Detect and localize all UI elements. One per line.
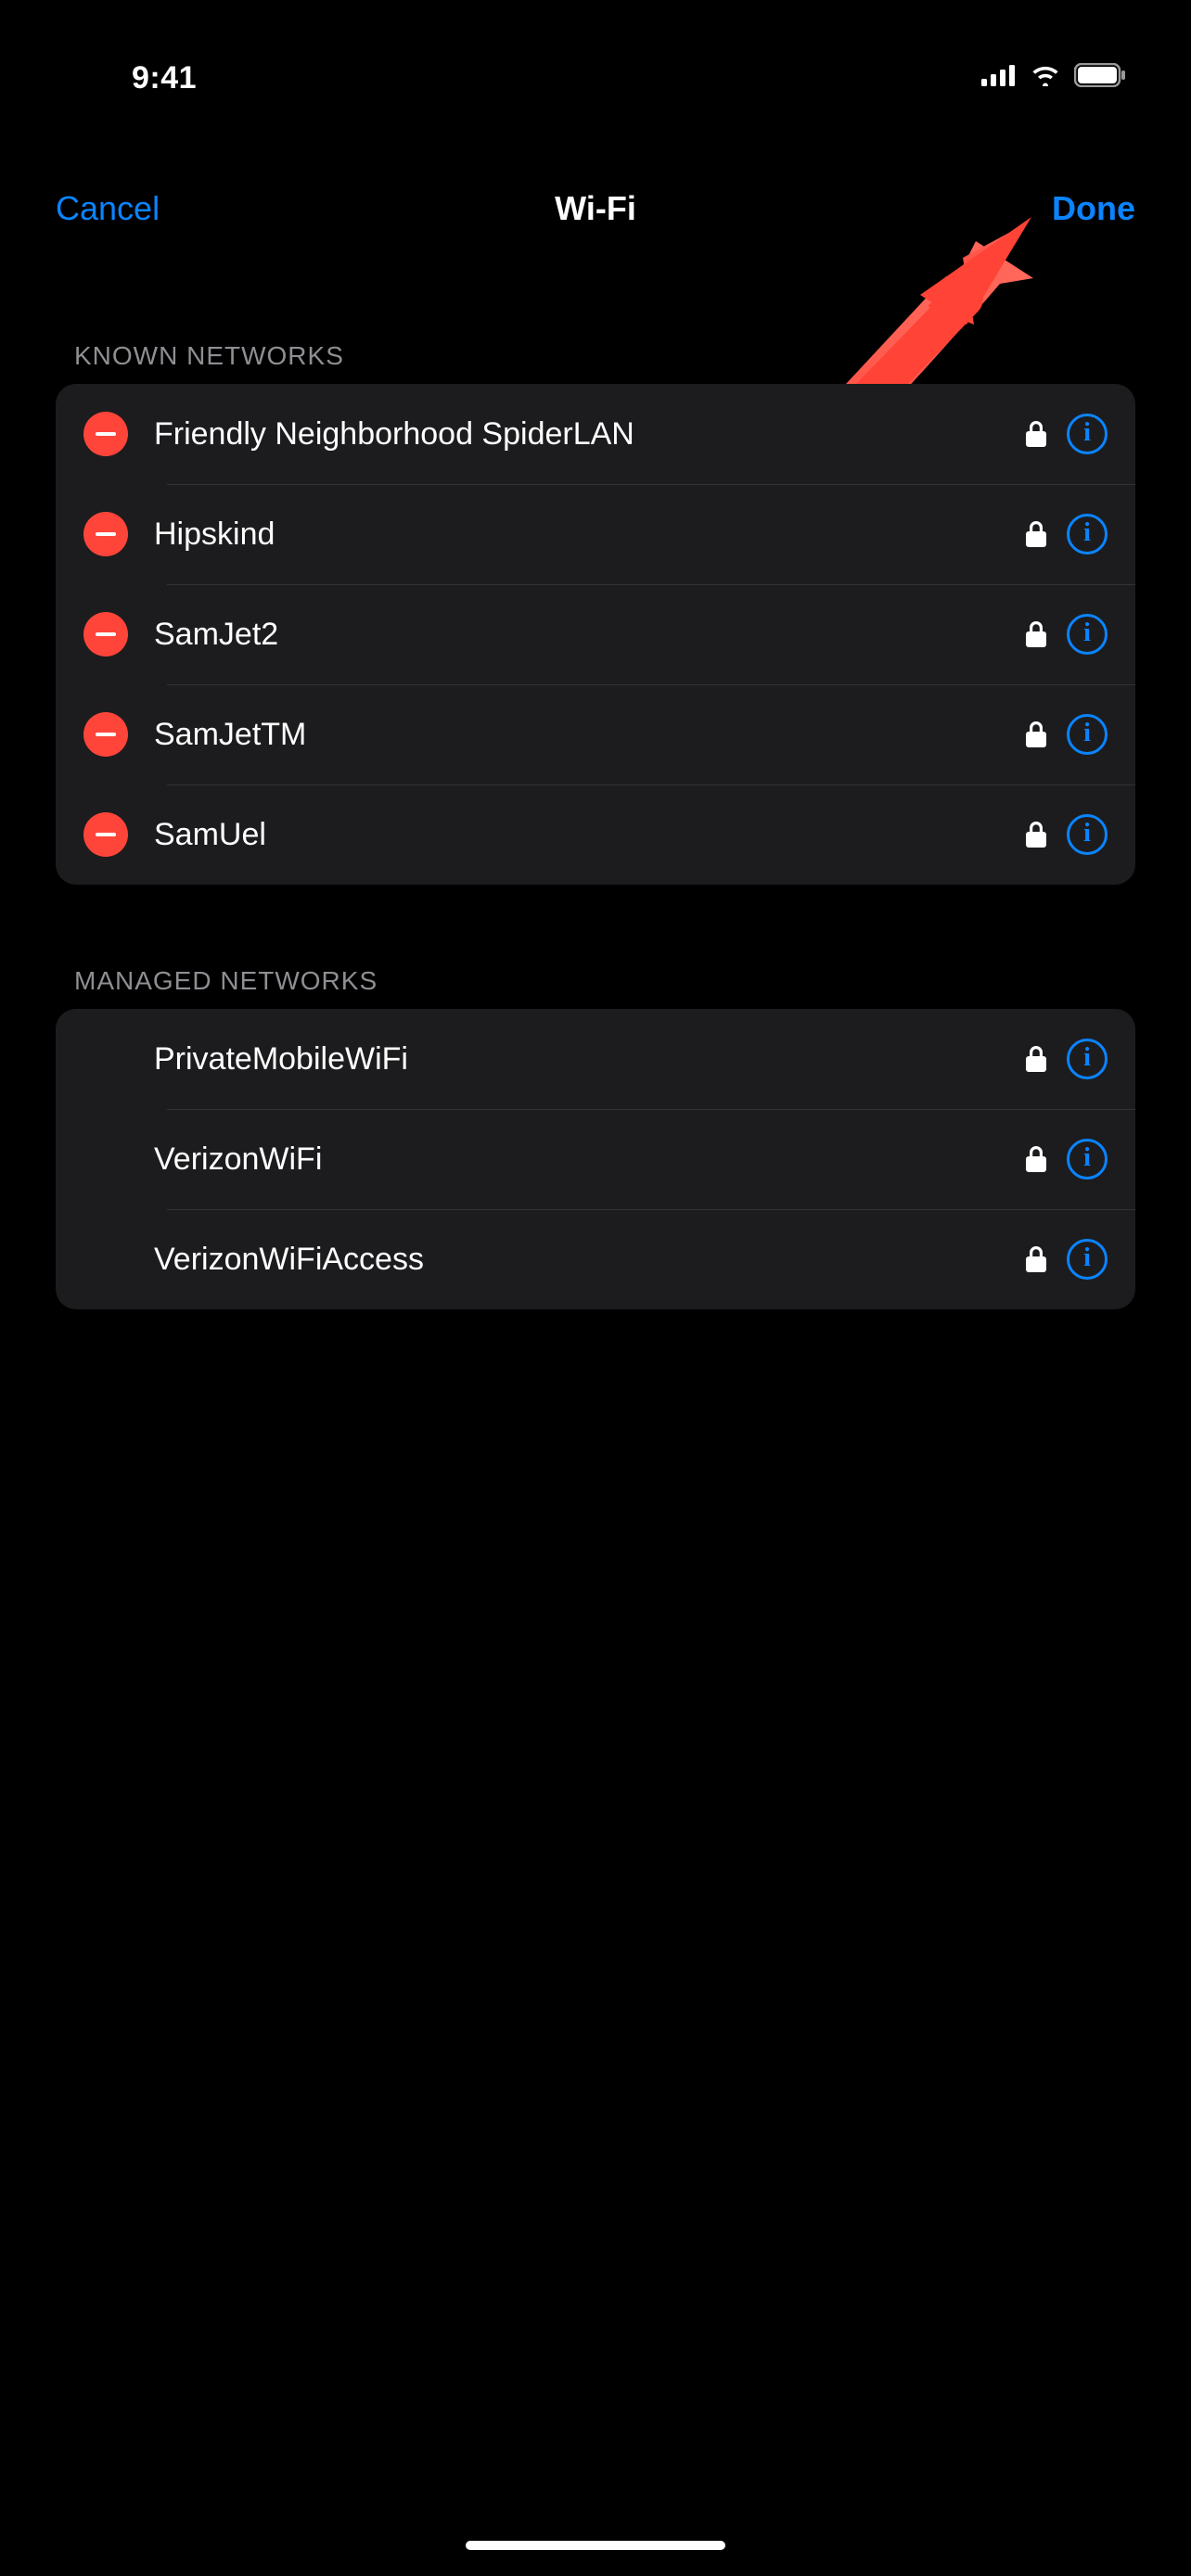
- managed-networks-group: PrivateMobileWiFi i VerizonWiFi i Verizo…: [56, 1009, 1135, 1309]
- lock-icon: [1026, 1046, 1046, 1072]
- info-icon: i: [1083, 1245, 1091, 1271]
- info-button[interactable]: i: [1067, 1239, 1108, 1280]
- network-name-label: SamUel: [154, 817, 1009, 853]
- network-name-label: Hipskind: [154, 516, 1009, 553]
- info-icon: i: [1083, 1145, 1091, 1171]
- delete-button[interactable]: [83, 512, 128, 556]
- info-icon: i: [1083, 420, 1091, 446]
- network-row[interactable]: SamJetTM i: [56, 684, 1135, 784]
- cancel-button[interactable]: Cancel: [56, 189, 160, 228]
- network-row[interactable]: SamJet2 i: [56, 584, 1135, 684]
- home-indicator: [466, 2541, 725, 2550]
- minus-icon: [96, 532, 116, 536]
- network-name-label: Friendly Neighborhood SpiderLAN: [154, 416, 1009, 453]
- network-row[interactable]: PrivateMobileWiFi i: [56, 1009, 1135, 1109]
- battery-icon: [1074, 63, 1126, 92]
- status-bar: 9:41: [0, 0, 1191, 148]
- done-button[interactable]: Done: [1052, 189, 1135, 228]
- info-icon: i: [1083, 1045, 1091, 1071]
- row-accessories: i: [1026, 714, 1108, 755]
- minus-icon: [96, 632, 116, 636]
- network-name-label: SamJet2: [154, 617, 1009, 653]
- delete-button[interactable]: [83, 612, 128, 657]
- row-accessories: i: [1026, 1139, 1108, 1180]
- lock-icon: [1026, 721, 1046, 747]
- screen: 9:41 Cancel Wi-Fi Done: [0, 0, 1191, 2576]
- minus-icon: [96, 733, 116, 736]
- lock-icon: [1026, 521, 1046, 547]
- info-button[interactable]: i: [1067, 614, 1108, 655]
- nav-bar: Cancel Wi-Fi Done: [0, 167, 1191, 250]
- wifi-icon: [1030, 64, 1061, 91]
- section-header-managed: MANAGED NETWORKS: [56, 940, 1135, 1009]
- row-accessories: i: [1026, 1239, 1108, 1280]
- network-name-label: PrivateMobileWiFi: [154, 1041, 1009, 1078]
- info-button[interactable]: i: [1067, 814, 1108, 855]
- info-button[interactable]: i: [1067, 1139, 1108, 1180]
- status-time: 9:41: [132, 60, 197, 96]
- network-row[interactable]: Hipskind i: [56, 484, 1135, 584]
- content: KNOWN NETWORKS Friendly Neighborhood Spi…: [0, 315, 1191, 1309]
- status-indicators: [981, 63, 1126, 92]
- network-row[interactable]: SamUel i: [56, 784, 1135, 885]
- network-name-label: VerizonWiFiAccess: [154, 1242, 1009, 1278]
- info-button[interactable]: i: [1067, 514, 1108, 555]
- lock-icon: [1026, 822, 1046, 848]
- row-accessories: i: [1026, 1039, 1108, 1079]
- minus-icon: [96, 833, 116, 836]
- lock-icon: [1026, 1146, 1046, 1172]
- page-title: Wi-Fi: [555, 189, 636, 228]
- info-icon: i: [1083, 721, 1091, 746]
- network-row[interactable]: VerizonWiFi i: [56, 1109, 1135, 1209]
- info-icon: i: [1083, 821, 1091, 847]
- delete-button[interactable]: [83, 812, 128, 857]
- network-name-label: VerizonWiFi: [154, 1141, 1009, 1178]
- info-icon: i: [1083, 620, 1091, 646]
- row-accessories: i: [1026, 814, 1108, 855]
- row-accessories: i: [1026, 514, 1108, 555]
- network-name-label: SamJetTM: [154, 717, 1009, 753]
- info-icon: i: [1083, 520, 1091, 546]
- info-button[interactable]: i: [1067, 714, 1108, 755]
- minus-icon: [96, 432, 116, 436]
- network-row[interactable]: VerizonWiFiAccess i: [56, 1209, 1135, 1309]
- network-row[interactable]: Friendly Neighborhood SpiderLAN i: [56, 384, 1135, 484]
- delete-button[interactable]: [83, 712, 128, 757]
- info-button[interactable]: i: [1067, 414, 1108, 454]
- delete-button[interactable]: [83, 412, 128, 456]
- info-button[interactable]: i: [1067, 1039, 1108, 1079]
- cellular-icon: [981, 64, 1017, 91]
- known-networks-group: Friendly Neighborhood SpiderLAN i Hipski…: [56, 384, 1135, 885]
- section-header-known: KNOWN NETWORKS: [56, 315, 1135, 384]
- row-accessories: i: [1026, 414, 1108, 454]
- lock-icon: [1026, 421, 1046, 447]
- lock-icon: [1026, 1246, 1046, 1272]
- row-accessories: i: [1026, 614, 1108, 655]
- lock-icon: [1026, 621, 1046, 647]
